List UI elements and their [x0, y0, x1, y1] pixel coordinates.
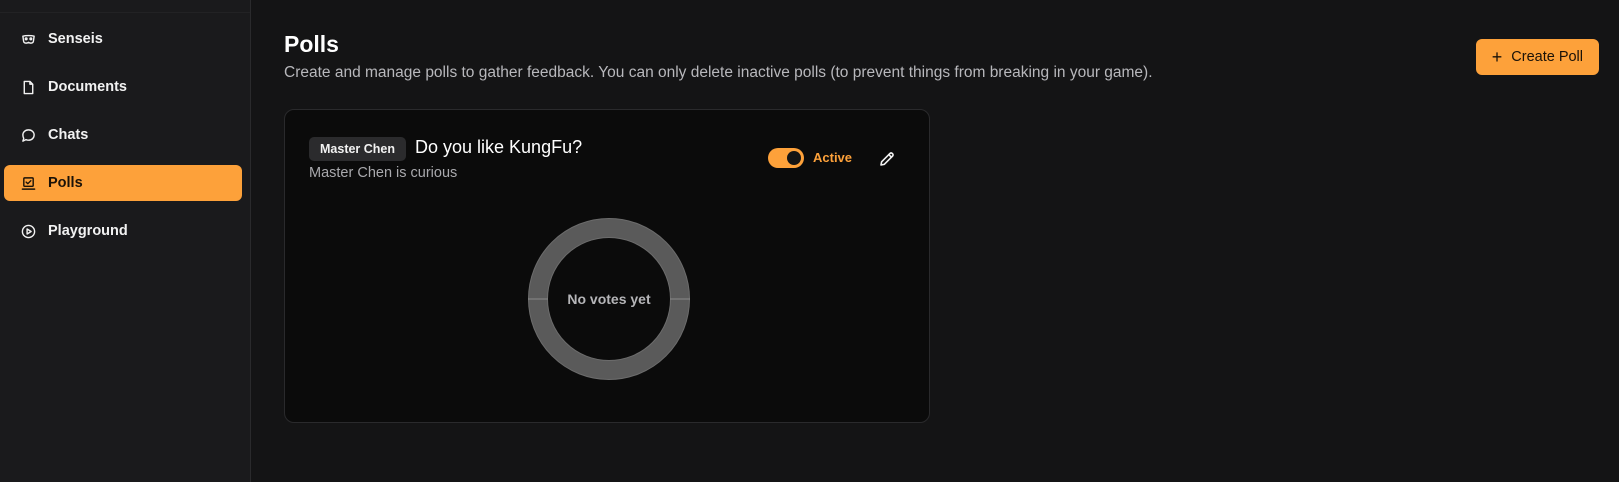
app-root: Senseis Documents Chats Polls Playground…	[0, 0, 1619, 482]
sidebar-divider	[0, 12, 250, 13]
pencil-icon[interactable]	[878, 150, 896, 168]
poll-description: Master Chen is curious	[309, 165, 458, 181]
poll-icon	[20, 175, 36, 191]
page-subtitle: Create and manage polls to gather feedba…	[284, 64, 1153, 81]
sensei-badge: Master Chen	[309, 137, 407, 161]
toggle-knob	[787, 151, 801, 165]
sidebar-item-senseis[interactable]: Senseis	[4, 21, 242, 57]
sidebar-item-playground[interactable]: Playground	[4, 213, 242, 249]
create-poll-label: Create Poll	[1511, 49, 1583, 65]
sidebar-item-label: Polls	[48, 175, 83, 191]
sidebar-item-polls[interactable]: Polls	[4, 165, 242, 201]
page-title: Polls	[284, 31, 339, 57]
main-content: Polls Create and manage polls to gather …	[251, 0, 1619, 482]
sidebar-item-label: Chats	[48, 127, 89, 143]
sidebar-item-chats[interactable]: Chats	[4, 117, 242, 153]
chat-bubble-icon	[20, 127, 36, 143]
sidebar-item-label: Senseis	[48, 31, 103, 47]
poll-card: Master Chen Do you like KungFu? Master C…	[284, 109, 930, 423]
poll-title: Do you like KungFu?	[415, 137, 583, 157]
active-toggle[interactable]	[768, 148, 804, 168]
file-icon	[20, 79, 36, 95]
no-votes-text: No votes yet	[567, 291, 651, 307]
status-label: Active	[813, 150, 853, 165]
plus-icon: +	[1491, 47, 1503, 67]
sidebar: Senseis Documents Chats Polls Playground	[0, 0, 251, 482]
create-poll-button[interactable]: + Create Poll	[1475, 39, 1599, 75]
sidebar-item-documents[interactable]: Documents	[4, 69, 242, 105]
play-circle-icon	[20, 223, 36, 239]
mask-icon	[20, 31, 36, 47]
sidebar-item-label: Playground	[48, 223, 128, 239]
sidebar-item-label: Documents	[48, 79, 127, 95]
